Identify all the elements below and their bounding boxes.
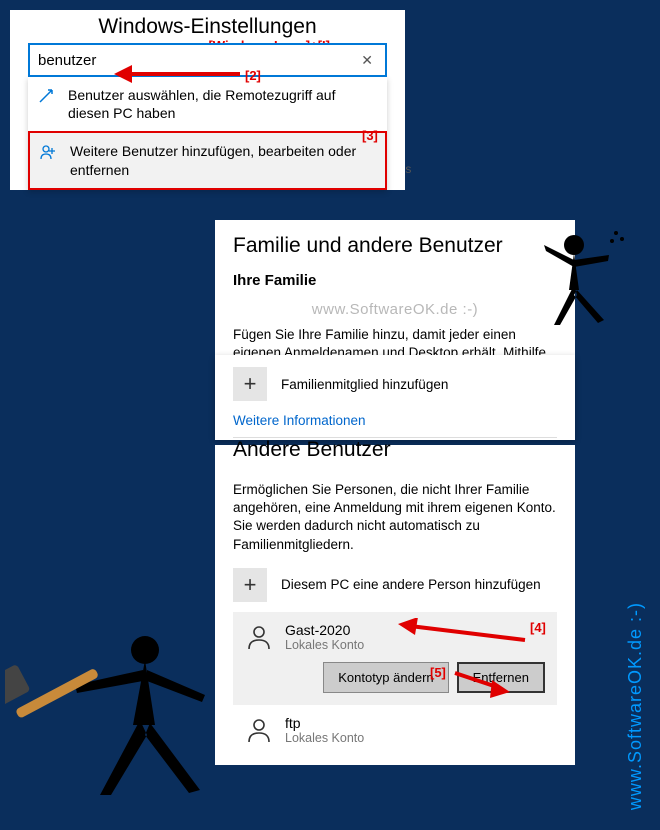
user-avatar-icon (245, 715, 273, 743)
decorative-figure-1 (534, 225, 630, 340)
user-name: ftp (285, 715, 364, 731)
annotation-3: [3] (362, 128, 378, 143)
section-heading: Familie und andere Benutzer (233, 234, 557, 258)
add-other-user[interactable]: + Diesem PC eine andere Person hinzufüge… (233, 564, 557, 606)
remove-user-button[interactable]: Entfernen (457, 662, 545, 693)
other-users-heading: Andere Benutzer (233, 437, 557, 461)
plus-icon: + (233, 367, 267, 401)
user-type: Lokales Konto (285, 638, 364, 652)
user-card-ftp[interactable]: ftp Lokales Konto (233, 713, 557, 747)
add-family-panel: + Familienmitglied hinzufügen Weitere In… (215, 355, 575, 440)
decorative-figure-2 (5, 615, 220, 805)
plus-icon: + (233, 568, 267, 602)
annotation-4: [4] (530, 620, 546, 635)
remote-icon (38, 86, 58, 104)
annotation-2: [2] (245, 68, 261, 83)
user-name: Gast-2020 (285, 622, 364, 638)
add-family-member[interactable]: + Familienmitglied hinzufügen (233, 363, 557, 405)
settings-search-window: Windows-Einstellungen [Windows-Logo]+[I]… (10, 10, 405, 190)
settings-search-input[interactable] (38, 52, 357, 69)
add-user-icon (40, 142, 60, 160)
add-other-label: Diesem PC eine andere Person hinzufügen (281, 577, 541, 592)
other-users-panel: Andere Benutzer Ermöglichen Sie Personen… (215, 445, 575, 765)
your-family-heading: Ihre Familie (233, 272, 557, 289)
other-users-description: Ermöglichen Sie Personen, die nicht Ihre… (233, 481, 557, 554)
clear-icon[interactable]: ✕ (357, 52, 377, 69)
suggestion-remote-access[interactable]: Benutzer auswählen, die Remotezugriff au… (28, 77, 387, 131)
annotation-5: [5] (430, 665, 446, 680)
add-family-label: Familienmitglied hinzufügen (281, 377, 448, 392)
suggestion-add-users[interactable]: Weitere Benutzer hinzufügen, bearbeiten … (28, 131, 387, 189)
search-box: ✕ (28, 43, 387, 77)
search-suggestions: Benutzer auswählen, die Remotezugriff au… (28, 77, 387, 190)
more-info-link[interactable]: Weitere Informationen (233, 413, 366, 428)
user-type: Lokales Konto (285, 731, 364, 745)
suggestion-label: Weitere Benutzer hinzufügen, bearbeiten … (70, 142, 375, 178)
suggestion-label: Benutzer auswählen, die Remotezugriff au… (68, 86, 377, 122)
watermark-text: www.SoftwareOK.de :-) (233, 301, 557, 318)
user-avatar-icon (245, 622, 273, 650)
user-card-gast[interactable]: Gast-2020 Lokales Konto Kontotyp ändern … (233, 612, 557, 705)
side-watermark: www.SoftwareOK.de :-) (625, 602, 646, 810)
settings-title: Windows-Einstellungen (10, 15, 405, 39)
